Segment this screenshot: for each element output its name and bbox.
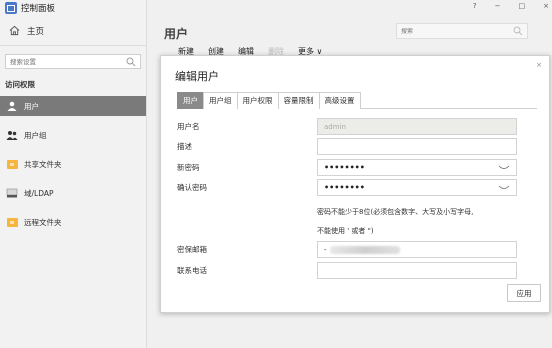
tab-groups[interactable]: 用户组 [203, 92, 238, 109]
page-title: 用户 [164, 27, 189, 41]
phone-row: 联系电话 [177, 262, 537, 279]
description-row: 描述 [177, 138, 537, 155]
username-label: 用户名 [177, 122, 200, 131]
close-window-button[interactable]: × [543, 2, 549, 10]
edit-user-dialog: 编辑用户 × 用户 用户组 用户权限 容量限制 高级设置 用户名 admin 描… [160, 55, 550, 313]
description-input[interactable] [324, 142, 484, 151]
email-redacted [329, 245, 400, 254]
user-search[interactable] [396, 23, 528, 39]
window-controls: ? − □ × [473, 2, 549, 10]
dialog-tabs: 用户 用户组 用户权限 容量限制 高级设置 [177, 92, 537, 109]
description-label: 描述 [177, 142, 192, 151]
show-password-icon[interactable] [498, 165, 510, 171]
minimize-button[interactable]: − [495, 2, 501, 10]
dialog-title: 编辑用户 [175, 70, 219, 83]
password-hint-line1: 密码不能少于8位(必须包含数字、大写及小写字母, [317, 208, 474, 216]
confirm-password-value: •••••••• [324, 183, 365, 192]
settings-search[interactable] [5, 54, 141, 69]
confirm-password-field[interactable]: •••••••• [317, 179, 517, 196]
description-field[interactable] [317, 138, 517, 155]
settings-search-input[interactable] [10, 57, 100, 66]
maximize-button[interactable]: □ [519, 2, 526, 10]
sidebar-item-label: 共享文件夹 [24, 159, 62, 169]
user-icon [6, 101, 18, 111]
control-panel-icon [5, 2, 17, 14]
phone-input[interactable] [324, 266, 484, 275]
search-icon[interactable] [513, 26, 523, 36]
sidebar-item-label: 远程文件夹 [24, 217, 62, 227]
home-label: 主页 [27, 26, 45, 37]
home-nav[interactable]: 主页 [0, 16, 146, 46]
sidebar-item-remote-folders[interactable]: 远程文件夹 [0, 212, 146, 232]
confirm-password-row: 确认密码 •••••••• [177, 179, 537, 196]
new-password-value: •••••••• [324, 163, 365, 172]
email-row: 密保邮箱 - [177, 241, 537, 258]
apply-button[interactable]: 应用 [507, 284, 541, 302]
sidebar-item-domain-ldap[interactable]: 域/LDAP [0, 183, 146, 203]
home-icon [9, 25, 20, 36]
sidebar-item-label: 域/LDAP [24, 188, 54, 198]
sidebar-item-users[interactable]: 用户 [0, 96, 146, 116]
title-bar: 控制面板 [0, 0, 146, 16]
group-icon [6, 130, 18, 140]
sidebar-item-groups[interactable]: 用户组 [0, 125, 146, 145]
section-access-rights: 访问权限 [5, 80, 35, 89]
new-password-row: 新密码 •••••••• [177, 159, 537, 176]
close-icon[interactable]: × [536, 61, 542, 69]
folder-icon [6, 217, 18, 227]
username-row: 用户名 admin [177, 118, 537, 135]
search-icon[interactable] [126, 57, 136, 67]
tab-user[interactable]: 用户 [177, 92, 204, 109]
folder-icon [6, 159, 18, 169]
ldap-icon [6, 188, 18, 198]
username-field: admin [317, 118, 517, 135]
tab-advanced[interactable]: 高级设置 [318, 92, 361, 109]
sidebar-item-shared-folders[interactable]: 共享文件夹 [0, 154, 146, 174]
confirm-password-label: 确认密码 [177, 183, 207, 192]
phone-label: 联系电话 [177, 266, 207, 275]
sidebar: 控制面板 主页 访问权限 用户 用户组 共享文件夹 域/LDAP 远程文件夹 [0, 0, 147, 348]
username-value: admin [324, 122, 346, 131]
show-password-icon[interactable] [498, 185, 510, 191]
phone-field[interactable] [317, 262, 517, 279]
new-password-field[interactable]: •••••••• [317, 159, 517, 176]
email-label: 密保邮箱 [177, 245, 207, 254]
password-hint-line2: 不能使用 ' 或者 ") [317, 227, 374, 235]
tab-quota[interactable]: 容量限制 [277, 92, 320, 109]
app-title: 控制面板 [21, 4, 56, 14]
user-search-input[interactable] [401, 27, 501, 35]
tab-permissions[interactable]: 用户权限 [236, 92, 279, 109]
email-prefix: - [324, 245, 327, 254]
email-field[interactable]: - [317, 241, 517, 258]
help-button[interactable]: ? [473, 2, 477, 10]
new-password-label: 新密码 [177, 163, 200, 172]
sidebar-item-label: 用户 [24, 101, 39, 111]
sidebar-item-label: 用户组 [24, 130, 47, 140]
